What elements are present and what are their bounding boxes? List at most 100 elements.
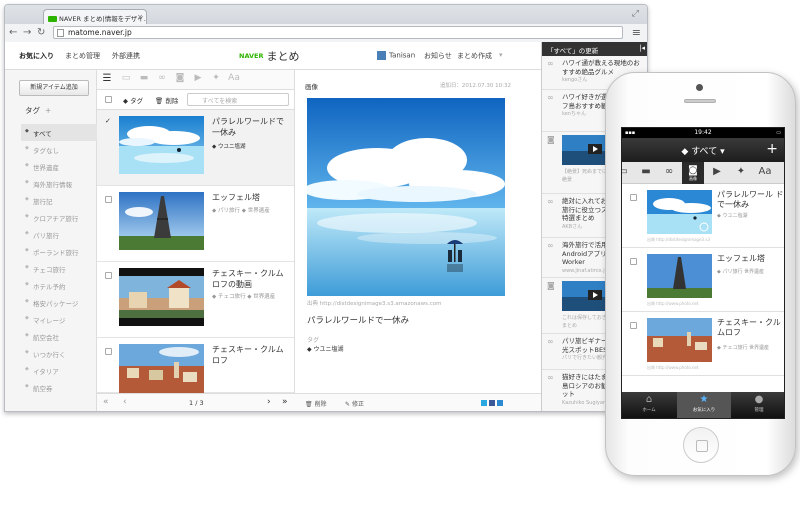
nav-external[interactable]: 外部連携 <box>112 51 140 61</box>
sidebar-tag-item[interactable]: 航空会社 <box>21 328 97 345</box>
tag-button[interactable]: ◆ タグ <box>123 95 143 105</box>
twitter-share-icon[interactable] <box>481 399 487 406</box>
phone-nav-title[interactable]: ◆ すべて ▾ <box>622 144 784 157</box>
text-icon[interactable]: Aa <box>226 73 242 87</box>
browser-tab[interactable]: NAVER まとめ|情報をデザイ... × <box>43 9 147 24</box>
tag-add-button[interactable]: + <box>45 106 51 115</box>
back-icon[interactable]: ← <box>9 27 17 38</box>
address-bar[interactable]: matome.naver.jp <box>53 26 623 39</box>
chevron-down-icon[interactable]: ▾ <box>499 51 503 59</box>
item-checkbox[interactable]: ✓ <box>105 117 111 125</box>
sidebar-tag-item[interactable]: パリ旅行 <box>21 226 97 243</box>
item-type-icon[interactable]: ▭ <box>622 166 634 177</box>
item-type-icon[interactable]: ▭ <box>118 73 134 87</box>
status-bar: ▪▪▪ 19:42 ▭ <box>622 128 784 138</box>
sidebar-tag-item[interactable]: 旅行記 <box>21 192 97 209</box>
list-item[interactable]: エッフェル塔 ◆ パリ旅行 ◆ 世界遺産 <box>97 186 294 262</box>
nav-favorites[interactable]: お気に入り <box>19 51 54 61</box>
item-checkbox[interactable] <box>105 272 112 279</box>
delete-button-label: 削除 <box>165 97 179 105</box>
sidebar-tag-item[interactable]: すべて <box>21 124 97 141</box>
link-icon: ∞ <box>547 337 554 346</box>
phone-add-button[interactable]: + <box>766 141 778 157</box>
comment-icon[interactable]: ▬ <box>635 166 657 177</box>
tab-home[interactable]: ⌂ ホーム <box>622 392 676 418</box>
reload-icon[interactable]: ↻ <box>37 27 45 38</box>
page-indicator: 1 / 3 <box>189 399 204 407</box>
select-all-checkbox[interactable] <box>105 96 112 103</box>
fullscreen-icon[interactable]: ⤢ <box>632 9 639 19</box>
list-item[interactable]: ✓ パラレルワールドで一休み ◆ ウユニ塩湖 <box>97 110 294 186</box>
detail-delete-button[interactable]: 🗑 削除 <box>305 399 327 408</box>
twitter-icon[interactable]: ✦ <box>730 166 752 177</box>
tab-manage[interactable]: ● 管理 <box>732 392 784 418</box>
item-checkbox[interactable] <box>630 258 637 265</box>
item-tag: パリ旅行 世界遺産 <box>722 269 765 275</box>
item-checkbox[interactable] <box>630 194 637 201</box>
first-page-icon[interactable]: « <box>103 397 109 407</box>
sidebar-tag-item[interactable]: いつか行く <box>21 345 97 362</box>
user-menu[interactable]: Tanisan <box>377 51 415 60</box>
last-page-icon[interactable]: » <box>282 397 288 407</box>
video-icon[interactable]: ▶ <box>706 166 728 177</box>
next-page-icon[interactable]: › <box>267 397 271 407</box>
phone-home-button[interactable] <box>683 427 719 463</box>
camera-icon[interactable]: ◙ 画像 <box>682 162 704 184</box>
url-text: matome.naver.jp <box>68 28 132 37</box>
list-view-icon[interactable]: ☰ <box>99 73 115 87</box>
sidebar-tag-item[interactable]: マイレージ <box>21 311 97 328</box>
sidebar-tag-item[interactable]: 航空券 <box>21 379 97 396</box>
prev-page-icon[interactable]: ‹ <box>123 397 127 407</box>
camera-icon[interactable]: ◙ <box>172 73 188 87</box>
sidebar-tag-item[interactable]: 海外旅行情報 <box>21 175 97 192</box>
detail-tag[interactable]: ◆ ウユニ塩湖 <box>307 344 344 353</box>
video-icon[interactable]: ▶ <box>190 73 206 87</box>
phone-list-item[interactable]: 出典 http://www.photo.net エッフェル塔 ◆ パリ旅行 世界… <box>622 248 784 312</box>
item-tags: ◆ チェコ旅行 ◆ 世界遺産 <box>212 294 276 300</box>
text-icon[interactable]: Aa <box>754 166 776 177</box>
delete-button[interactable]: 🗑 削除 <box>155 95 178 105</box>
forward-icon[interactable]: → <box>23 27 31 38</box>
menu-icon[interactable]: ≡ <box>632 26 641 39</box>
item-checkbox[interactable] <box>630 322 637 329</box>
facebook-share-icon[interactable] <box>489 399 495 406</box>
filter-input[interactable]: すべてを検索 <box>187 93 289 106</box>
user-icon: ● <box>754 394 764 405</box>
phone-list-item[interactable]: 出典 http://distdesignimage3.s3 パラレルワール ドで… <box>622 184 784 248</box>
list-item[interactable]: チェスキー・クルムロフの動画 ◆ チェコ旅行 ◆ 世界遺産 <box>97 262 294 338</box>
nav-matome-manage[interactable]: まとめ管理 <box>65 51 100 61</box>
sidebar-tag-item[interactable]: 格安パッケージ <box>21 294 97 311</box>
hatena-share-icon[interactable] <box>497 399 503 406</box>
phone-list-item[interactable]: 出典 http://www.photo.net チェスキー・クル ムロフ ◆ チ… <box>622 312 784 376</box>
link-icon[interactable]: ∞ <box>658 166 680 177</box>
item-source: 出典 http://distdesignimage3.s3 <box>647 237 711 242</box>
sidebar-tag-item[interactable]: チェコ旅行 <box>21 260 97 277</box>
detail-source[interactable]: 出典 http://distdesignimage3.s3.amazonaws.… <box>307 299 441 307</box>
item-checkbox[interactable] <box>105 348 112 355</box>
link-icon[interactable]: ∞ <box>154 73 170 87</box>
detail-tag-text: ウユニ塩湖 <box>313 346 344 353</box>
tab-favorites[interactable]: ★ お気に入り <box>677 392 731 418</box>
sidebar-tag-item[interactable]: 世界遺産 <box>21 158 97 175</box>
comment-icon[interactable]: ▬ <box>136 73 152 87</box>
item-source: 出典 http://www.photo.net <box>647 365 699 370</box>
twitter-icon[interactable]: ✦ <box>208 73 224 87</box>
sidebar-tag-item[interactable]: クロアチア旅行 <box>21 209 97 226</box>
tab-close-icon[interactable]: × <box>137 13 143 21</box>
list-item[interactable]: チェスキー・クルムロフ <box>97 338 294 393</box>
collapse-icon[interactable]: |◂ <box>639 44 645 52</box>
detail-edit-button[interactable]: ✎ 修正 <box>345 399 364 408</box>
sidebar-tag-item[interactable]: ホテル予約 <box>21 277 97 294</box>
notice-link[interactable]: お知らせ <box>424 51 452 61</box>
sidebar-tag-item[interactable]: イタリア <box>21 362 97 379</box>
item-tag: チェコ旅行 <box>217 294 246 300</box>
sidebar-tag-item[interactable]: タグなし <box>21 141 97 158</box>
item-title: チェスキー・クルムロフの動画 <box>212 269 284 289</box>
sidebar-tag-item[interactable]: ポーランド旅行 <box>21 243 97 260</box>
logo[interactable]: NAVER まとめ <box>239 48 300 64</box>
new-item-button[interactable]: 新規アイテム追加 <box>19 80 89 96</box>
pager: « ‹ 1 / 3 › » <box>97 393 295 411</box>
create-matome-link[interactable]: まとめ作成 <box>457 51 492 61</box>
item-checkbox[interactable] <box>105 196 112 203</box>
browser-window: NAVER まとめ|情報をデザイ... × ⤢ ← → ↻ matome.nav… <box>4 4 648 412</box>
